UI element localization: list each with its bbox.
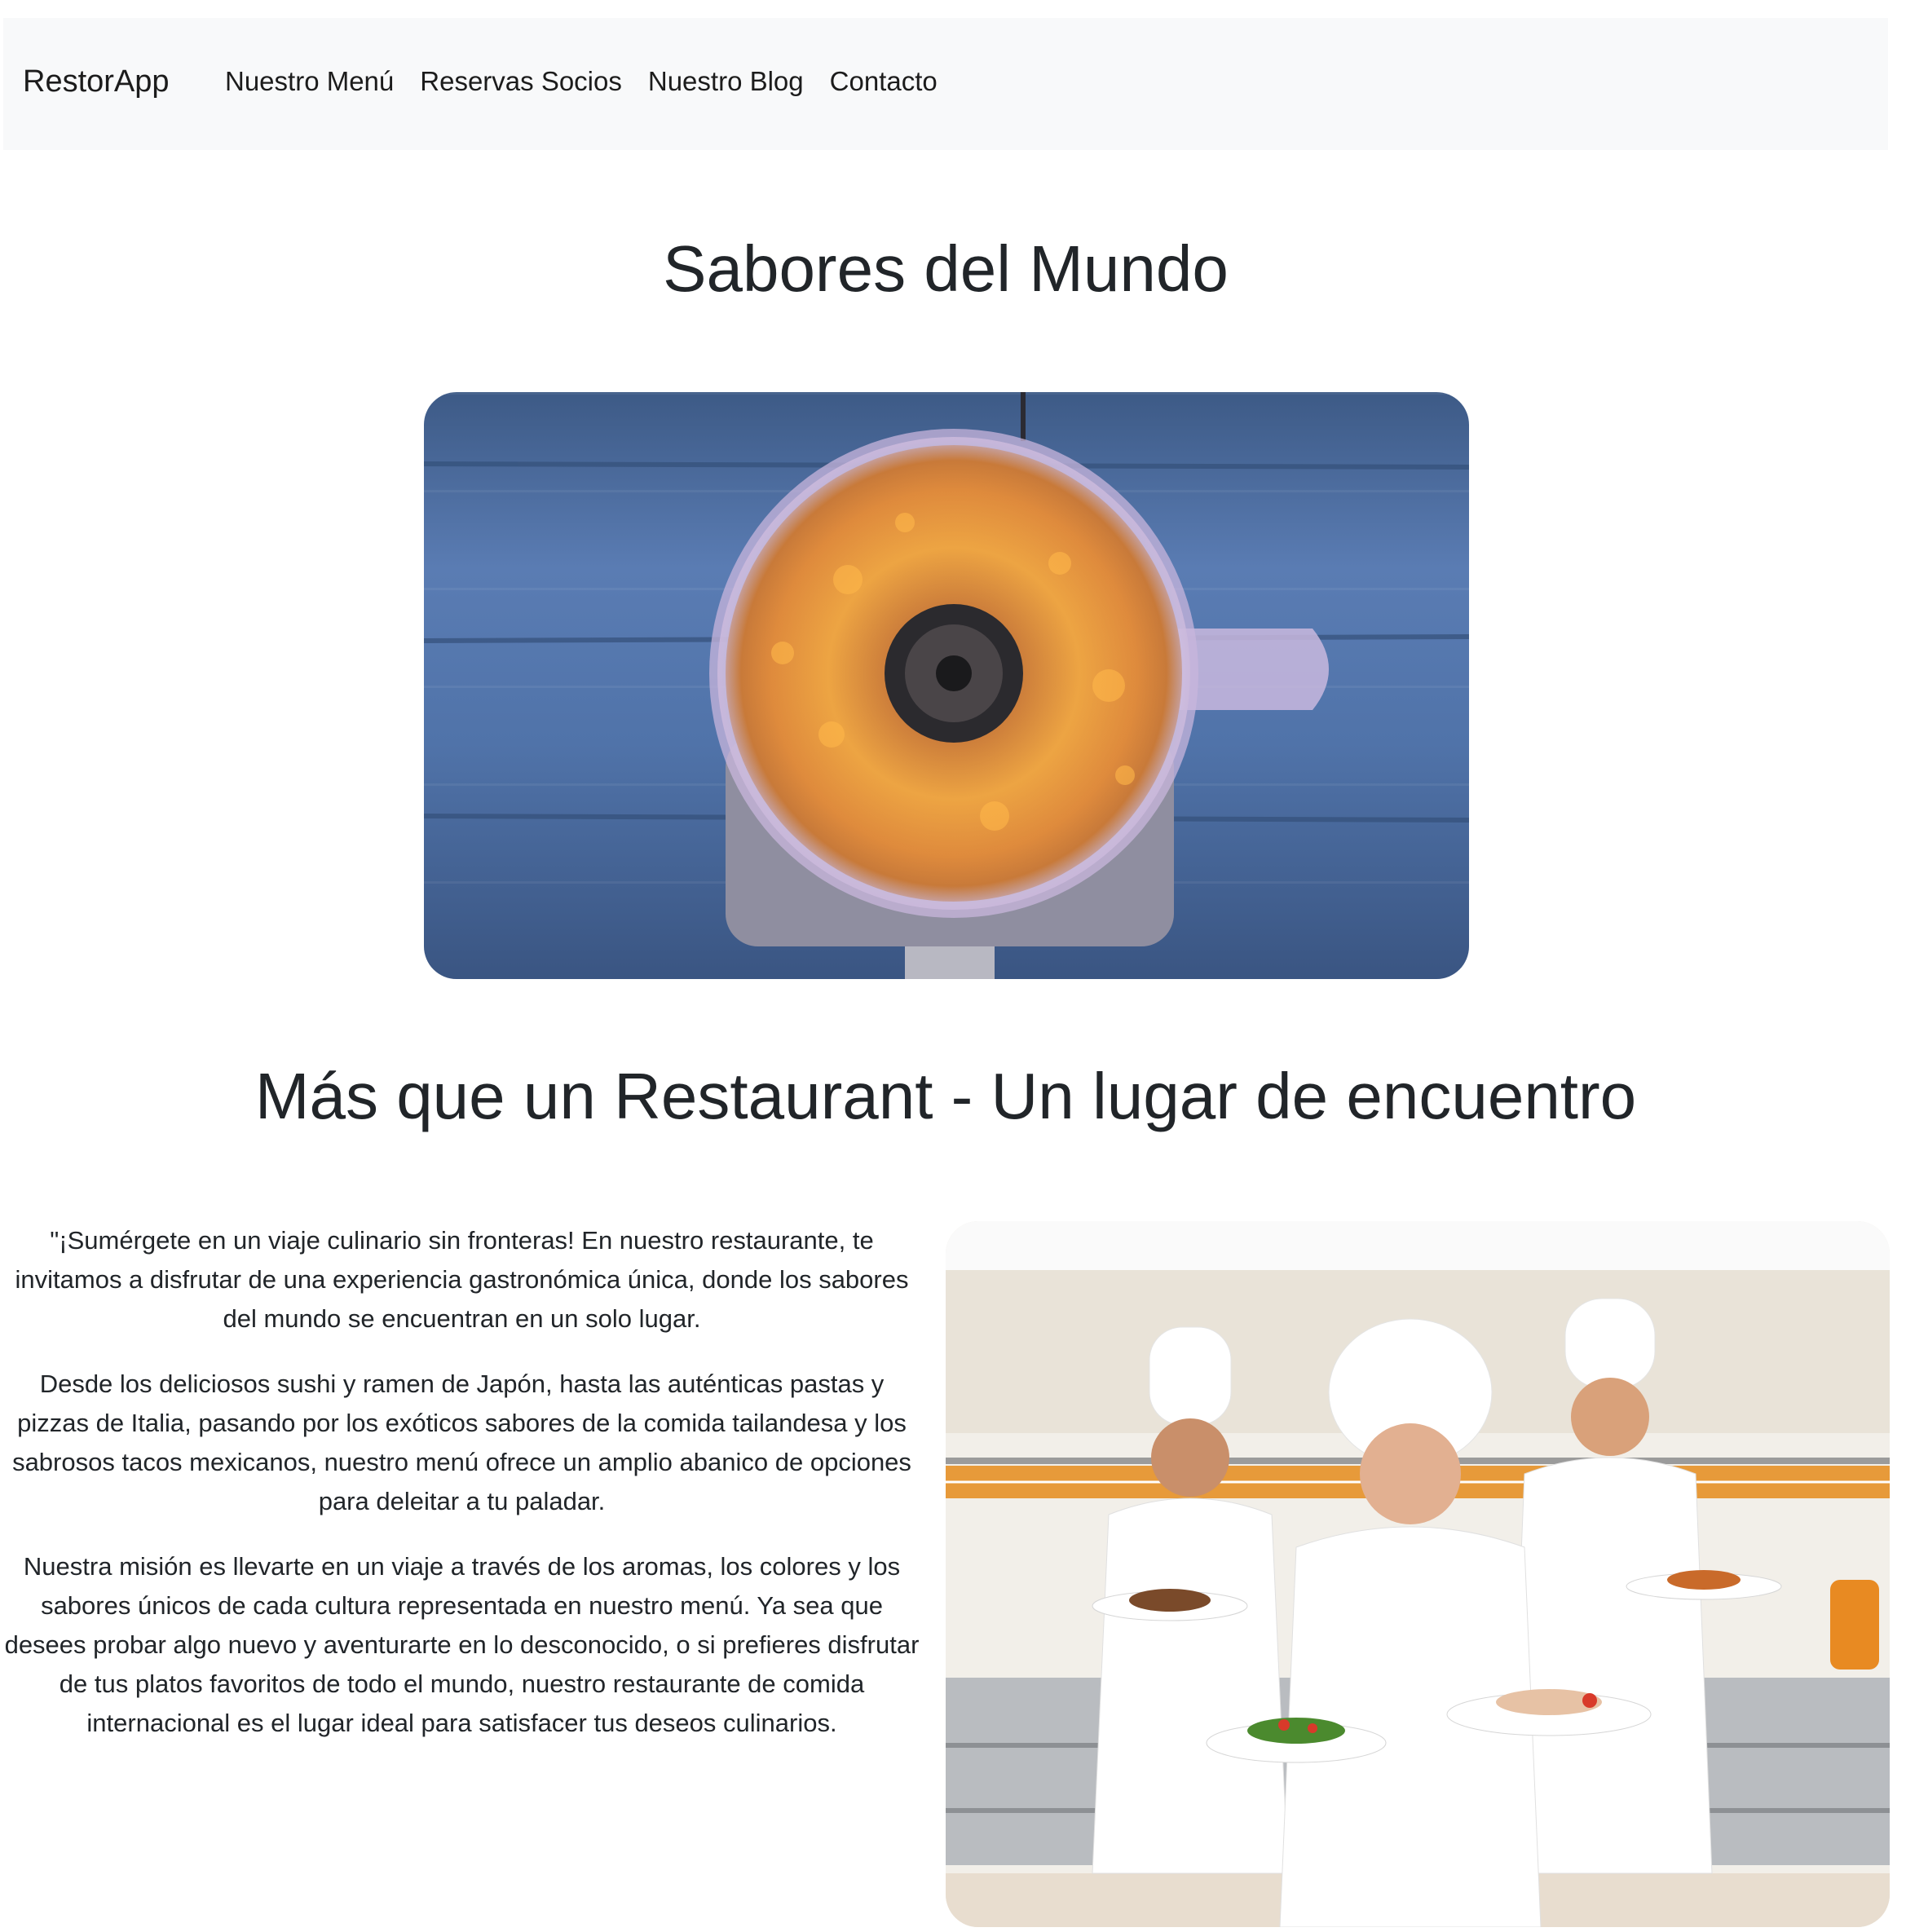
food-processor-illustration [424, 392, 1469, 979]
nav-link-contacto[interactable]: Contacto [817, 64, 951, 99]
nav-links: Nuestro Menú Reservas Socios Nuestro Blo… [212, 64, 951, 99]
hero-image [424, 392, 1469, 979]
navbar: RestorApp Nuestro Menú Reservas Socios N… [3, 18, 1888, 150]
nav-link-menu[interactable]: Nuestro Menú [212, 64, 407, 99]
chefs-illustration [946, 1221, 1890, 1927]
section-heading: Más que un Restaurant - Un lugar de encu… [254, 1060, 1637, 1132]
about-paragraph-3: Nuestra misión es llevarte en un viaje a… [4, 1552, 920, 1737]
page-title: Sabores del Mundo [663, 232, 1229, 305]
about-paragraph-2: Desde los deliciosos sushi y ramen de Ja… [12, 1370, 911, 1515]
about-paragraph-1: "¡Sumérgete en un viaje culinario sin fr… [15, 1226, 909, 1333]
about-text: "¡Sumérgete en un viaje culinario sin fr… [3, 1221, 920, 1769]
brand-logo[interactable]: RestorApp [23, 62, 170, 101]
nav-link-blog[interactable]: Nuestro Blog [635, 64, 817, 99]
nav-link-reservas[interactable]: Reservas Socios [407, 64, 635, 99]
chefs-image [946, 1221, 1890, 1927]
